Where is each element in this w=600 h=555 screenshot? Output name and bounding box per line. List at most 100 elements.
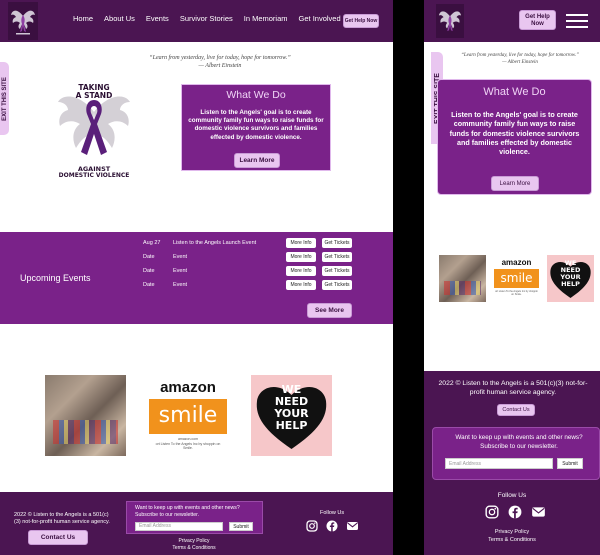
email-icon[interactable] bbox=[346, 520, 359, 532]
logo-line-domestic-violence: DOMESTIC VIOLENCE bbox=[58, 172, 130, 180]
mobile-header: Get Help Now bbox=[424, 0, 600, 42]
newsletter-box: Want to keep up with events and other ne… bbox=[126, 501, 263, 534]
get-tickets-button[interactable]: Get Tickets bbox=[322, 280, 352, 290]
site-footer: 2022 © Listen to the Angels is a 501(c)(… bbox=[0, 492, 393, 555]
site-header: Home About Us Events Survivor Stories In… bbox=[0, 0, 393, 42]
event-row: Date Event More Info Get Tickets bbox=[143, 280, 358, 292]
what-we-do-body: Listen to the Angels' goal is to create … bbox=[188, 109, 324, 141]
amazon-smile-image[interactable]: amazon smile amazon.com ort Listen To th… bbox=[147, 375, 229, 456]
event-date: Date bbox=[143, 254, 155, 260]
terms-link[interactable]: Terms & Conditions bbox=[150, 545, 238, 552]
newsletter-text: Want to keep up with events and other ne… bbox=[455, 434, 583, 450]
site-logo[interactable] bbox=[436, 4, 464, 38]
hamburger-menu-icon[interactable] bbox=[566, 14, 588, 28]
nav-get-involved[interactable]: Get Involved bbox=[299, 14, 341, 23]
we-need-your-help-image[interactable]: WE NEED YOUR HELP bbox=[547, 255, 594, 302]
submit-button[interactable]: Submit bbox=[229, 522, 253, 531]
instagram-icon[interactable] bbox=[485, 505, 499, 519]
event-name: Event bbox=[173, 254, 188, 260]
privacy-policy-link[interactable]: Privacy Policy bbox=[424, 529, 600, 537]
facebook-icon[interactable] bbox=[508, 505, 522, 519]
nav-in-memoriam[interactable]: In Memoriam bbox=[244, 14, 288, 23]
follow-us-label: Follow Us bbox=[497, 492, 527, 499]
exit-site-label: EXIT THIS SITE bbox=[1, 76, 8, 121]
facebook-icon[interactable] bbox=[326, 520, 338, 532]
mobile-view: Get Help Now EXIT THIS SITE “Learn from … bbox=[424, 0, 600, 555]
privacy-policy-link[interactable]: Privacy Policy bbox=[150, 538, 238, 545]
follow-us-label: Follow Us bbox=[320, 510, 345, 516]
get-tickets-button[interactable]: Get Tickets bbox=[322, 238, 352, 248]
submit-button[interactable]: Submit bbox=[557, 458, 583, 469]
donation-bags-photo bbox=[45, 375, 126, 456]
what-we-do-title: What We Do bbox=[226, 89, 286, 101]
newsletter-text: Want to keep up with events and other ne… bbox=[135, 505, 240, 519]
angel-wings-icon bbox=[11, 10, 35, 35]
we-need-your-help-image[interactable]: WE NEED YOUR HELP bbox=[251, 375, 332, 456]
get-tickets-button[interactable]: Get Tickets bbox=[322, 252, 352, 262]
what-we-do-title: What We Do bbox=[483, 86, 546, 98]
quote-block: “Learn from yesterday, live for today, h… bbox=[440, 53, 600, 67]
amazon-wordmark: amazon bbox=[160, 379, 216, 396]
logo-line-a-stand: A STAND bbox=[75, 90, 113, 100]
quote-author: — Albert Einstein bbox=[502, 59, 538, 65]
quote-author: — Albert Einstein bbox=[198, 63, 242, 70]
legal-links: Privacy Policy Terms & Conditions bbox=[150, 538, 238, 552]
legal-links: Privacy Policy Terms & Conditions bbox=[424, 529, 600, 544]
event-row: Date Event More Info Get Tickets bbox=[143, 252, 358, 264]
amazon-note: ort Listen To the Angels Inc by shoppin … bbox=[495, 290, 538, 296]
amazon-wordmark: amazon bbox=[501, 258, 532, 267]
email-input[interactable]: Email Address bbox=[135, 522, 223, 531]
see-more-button[interactable]: See More bbox=[307, 303, 352, 318]
learn-more-button[interactable]: Learn More bbox=[234, 153, 280, 168]
main-nav: Home About Us Events Survivor Stories In… bbox=[73, 14, 341, 23]
learn-more-button[interactable]: Learn More bbox=[491, 176, 539, 191]
taking-a-stand-logo: TAKING A STAND AGAINST DOMESTIC VIOLENCE bbox=[56, 82, 132, 186]
help-line-help: HELP bbox=[275, 419, 308, 432]
more-info-button[interactable]: More Info bbox=[286, 280, 316, 290]
upcoming-events-section: Upcoming Events Aug 27 Listen to the Ang… bbox=[0, 232, 393, 324]
more-info-button[interactable]: More Info bbox=[286, 238, 316, 248]
get-tickets-button[interactable]: Get Tickets bbox=[322, 266, 352, 276]
terms-link[interactable]: Terms & Conditions bbox=[424, 537, 600, 545]
contact-us-button[interactable]: Contact Us bbox=[28, 530, 88, 545]
event-name: Event bbox=[173, 282, 188, 288]
event-row: Aug 27 Listen to the Angels Launch Event… bbox=[143, 238, 358, 250]
event-date: Date bbox=[143, 268, 155, 274]
footer-copyright: 2022 © Listen to the Angels is a 501(c)(… bbox=[14, 512, 110, 526]
newsletter-box: Want to keep up with events and other ne… bbox=[432, 427, 600, 480]
nav-about-us[interactable]: About Us bbox=[104, 14, 135, 23]
quote-block: “Learn from yesterday, live for today, h… bbox=[70, 54, 370, 70]
instagram-icon[interactable] bbox=[306, 520, 318, 532]
nav-home[interactable]: Home bbox=[73, 14, 93, 23]
event-name: Listen to the Angels Launch Event bbox=[173, 240, 257, 246]
donation-bags-photo bbox=[439, 255, 486, 302]
email-input[interactable]: Email Address bbox=[445, 458, 553, 469]
help-line-help: HELP bbox=[561, 280, 580, 288]
amazon-smile-image[interactable]: amazon smile ort Listen To the Angels In… bbox=[493, 255, 540, 302]
more-info-button[interactable]: More Info bbox=[286, 266, 316, 276]
nav-events[interactable]: Events bbox=[146, 14, 169, 23]
contact-us-button[interactable]: Contact Us bbox=[497, 404, 535, 416]
desktop-view: Home About Us Events Survivor Stories In… bbox=[0, 0, 393, 555]
quote-text: “Learn from yesterday, live for today, h… bbox=[461, 53, 579, 58]
exit-site-tab[interactable]: EXIT THIS SITE bbox=[0, 62, 9, 135]
social-links bbox=[485, 505, 546, 519]
quote-text: “Learn from yesterday, live for today, h… bbox=[149, 55, 291, 61]
site-logo[interactable] bbox=[8, 2, 38, 40]
mobile-footer: 2022 © Listen to the Angels is a 501(c)(… bbox=[424, 371, 600, 555]
get-help-button[interactable]: Get Help Now bbox=[519, 10, 556, 30]
more-info-button[interactable]: More Info bbox=[286, 252, 316, 262]
amazon-caption: amazon.com bbox=[177, 437, 199, 441]
event-date: Date bbox=[143, 282, 155, 288]
smile-wordmark: smile bbox=[149, 399, 227, 434]
event-name: Event bbox=[173, 268, 188, 274]
amazon-note: ort Listen To the Angels Inc by shoppin … bbox=[155, 442, 221, 450]
email-icon[interactable] bbox=[531, 505, 546, 519]
what-we-do-card: What We Do Listen to the Angels' goal is… bbox=[181, 84, 331, 171]
nav-survivor-stories[interactable]: Survivor Stories bbox=[180, 14, 233, 23]
footer-copyright: 2022 © Listen to the Angels is a 501(c)(… bbox=[438, 380, 588, 397]
smile-wordmark: smile bbox=[494, 269, 539, 288]
get-help-button[interactable]: Get Help Now bbox=[343, 14, 379, 28]
what-we-do-card: What We Do Listen to the Angels' goal is… bbox=[437, 79, 592, 195]
event-date: Aug 27 bbox=[143, 240, 161, 246]
